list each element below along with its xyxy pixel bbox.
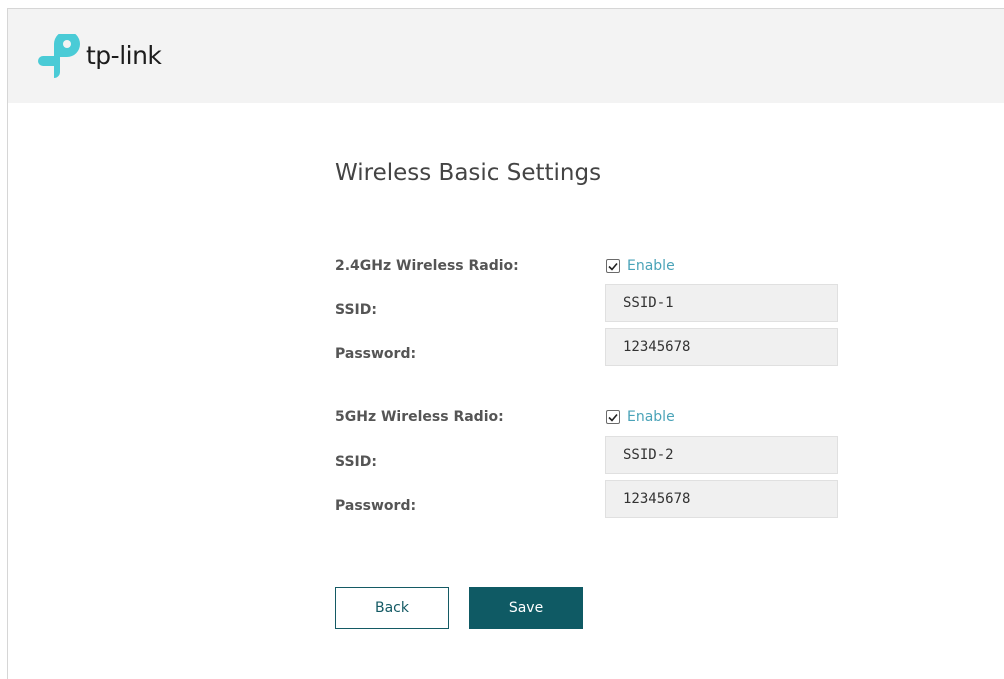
radio-5-enable-label: Enable	[627, 409, 675, 425]
header-bar: tp-link	[8, 9, 1004, 103]
radio-5-ssid-input[interactable]: SSID-2	[605, 436, 838, 474]
radio-24-enable-label: Enable	[627, 258, 675, 274]
radio-5-password-input[interactable]: 12345678	[605, 480, 838, 518]
checkmark-icon	[608, 262, 618, 271]
radio-24-enable-toggle[interactable]: Enable	[606, 258, 675, 274]
tp-link-logo: tp-link	[38, 29, 162, 85]
checkmark-icon	[608, 413, 618, 422]
radio-24-password-input[interactable]: 12345678	[605, 328, 838, 366]
radio-24-ssid-input[interactable]: SSID-1	[605, 284, 838, 322]
logo-wordmark: tp-link	[86, 40, 162, 70]
radio-5-password-label: Password:	[335, 498, 417, 514]
radio-24-label: 2.4GHz Wireless Radio:	[335, 258, 519, 274]
save-button[interactable]: Save	[469, 587, 583, 629]
page-title: Wireless Basic Settings	[335, 160, 602, 186]
radio-24-ssid-label: SSID:	[335, 302, 377, 318]
radio-5-label: 5GHz Wireless Radio:	[335, 409, 504, 425]
radio-5-ssid-label: SSID:	[335, 454, 377, 470]
radio-24-enable-checkbox[interactable]	[606, 259, 620, 273]
radio-24-password-label: Password:	[335, 346, 417, 362]
back-button[interactable]: Back	[335, 587, 449, 629]
tp-link-logo-icon	[38, 34, 80, 78]
radio-5-enable-toggle[interactable]: Enable	[606, 409, 675, 425]
page-frame: tp-link	[7, 8, 1004, 679]
radio-5-enable-checkbox[interactable]	[606, 410, 620, 424]
